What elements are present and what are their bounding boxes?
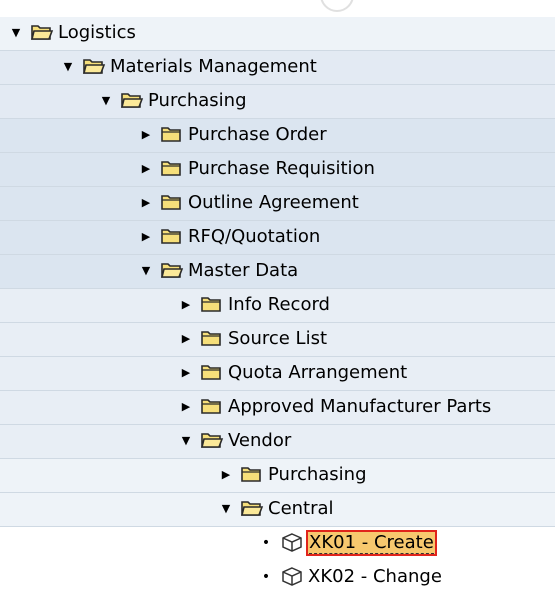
tree-node-label[interactable]: Vendor <box>228 430 291 452</box>
tree-node-row[interactable]: ▶ Quota Arrangement <box>0 357 555 391</box>
tree-node-label[interactable]: Purchasing <box>148 90 247 112</box>
tree-node-label[interactable]: XK02 - Change <box>308 566 442 588</box>
tree-node-row[interactable]: ▶ Purchase Order <box>0 119 555 153</box>
expanded-triangle-icon[interactable]: ▼ <box>178 433 194 449</box>
folder-closed-icon <box>160 226 184 246</box>
tree-node-text: Purchase Order <box>188 124 327 145</box>
folder-open-icon <box>82 56 106 76</box>
transaction-cube-icon <box>280 532 304 552</box>
cropped-header-decoration <box>320 0 354 12</box>
tree-node-label[interactable]: Materials Management <box>110 56 317 78</box>
expanded-triangle-icon[interactable]: ▼ <box>98 93 114 109</box>
collapsed-triangle-icon[interactable]: ▶ <box>138 195 154 211</box>
folder-closed-icon <box>160 158 184 178</box>
transaction-cube-icon <box>280 566 304 586</box>
tree-node-text: Approved Manufacturer Parts <box>228 396 492 417</box>
tree-node-row[interactable]: ▶ Source List <box>0 323 555 357</box>
expanded-triangle-icon[interactable]: ▼ <box>138 263 154 279</box>
collapsed-triangle-icon[interactable]: ▶ <box>218 467 234 483</box>
tree-node-label[interactable]: RFQ/Quotation <box>188 226 320 248</box>
tree-node-row[interactable]: ▼ Master Data <box>0 255 555 289</box>
tree-node-text: Logistics <box>58 22 136 43</box>
tree-node-text: Source List <box>228 328 328 349</box>
tree-node-text: Outline Agreement <box>188 192 359 213</box>
folder-open-icon <box>240 498 264 518</box>
collapsed-triangle-icon[interactable]: ▶ <box>178 399 194 415</box>
tree-node-label[interactable]: Purchase Requisition <box>188 158 375 180</box>
tree-node-text: Master Data <box>188 260 299 281</box>
tree-node-row[interactable]: ▶ Purchase Requisition <box>0 153 555 187</box>
tree-node-row[interactable]: ▶ Approved Manufacturer Parts <box>0 391 555 425</box>
tree-leaf-row[interactable]: • XK01 - Create <box>0 527 555 561</box>
expanded-triangle-icon[interactable]: ▼ <box>60 59 76 75</box>
folder-open-icon <box>30 22 54 42</box>
collapsed-triangle-icon[interactable]: ▶ <box>138 229 154 245</box>
tree-node-row[interactable]: ▼ Vendor <box>0 425 555 459</box>
tree-node-text: Info Record <box>228 294 330 315</box>
tree-node-label[interactable]: Info Record <box>228 294 330 316</box>
folder-open-icon <box>200 430 224 450</box>
collapsed-triangle-icon[interactable]: ▶ <box>138 127 154 143</box>
collapsed-triangle-icon[interactable]: ▶ <box>178 297 194 313</box>
tree-node-text: Purchasing <box>268 464 367 485</box>
tree-node-label[interactable]: Logistics <box>58 22 136 44</box>
folder-closed-icon <box>240 464 264 484</box>
tree-node-label[interactable]: Master Data <box>188 260 298 282</box>
folder-closed-icon <box>200 362 224 382</box>
tree-node-label[interactable]: Purchase Order <box>188 124 327 146</box>
tree-node-row[interactable]: ▼ Logistics <box>0 17 555 51</box>
expanded-triangle-icon[interactable]: ▼ <box>218 501 234 517</box>
tree-node-label[interactable]: Approved Manufacturer Parts <box>228 396 491 418</box>
tree-node-text: Vendor <box>228 430 292 451</box>
tree-node-row[interactable]: ▼ Purchasing <box>0 85 555 119</box>
tree-node-row[interactable]: ▶ Outline Agreement <box>0 187 555 221</box>
tree-node-text: XK01 - Create <box>309 532 434 554</box>
sap-menu-tree: ▼ Logistics ▼ Materials Management ▼ Purchasi… <box>0 17 555 595</box>
tree-node-text: Quota Arrangement <box>228 362 408 383</box>
tree-node-label[interactable]: Purchasing <box>268 464 367 486</box>
tree-node-text: Purchase Requisition <box>188 158 375 179</box>
folder-open-icon <box>120 90 144 110</box>
tree-node-text: Purchasing <box>148 90 247 111</box>
tree-leaf-row[interactable]: • XK02 - Change <box>0 561 555 595</box>
folder-open-icon <box>160 260 184 280</box>
tree-node-text: XK02 - Change <box>308 566 442 587</box>
tree-node-label[interactable]: Source List <box>228 328 327 350</box>
tree-node-row[interactable]: ▼ Materials Management <box>0 51 555 85</box>
folder-closed-icon <box>160 124 184 144</box>
tree-node-label[interactable]: Quota Arrangement <box>228 362 407 384</box>
bullet-icon: • <box>261 569 271 585</box>
collapsed-triangle-icon[interactable]: ▶ <box>178 365 194 381</box>
folder-closed-icon <box>200 328 224 348</box>
collapsed-triangle-icon[interactable]: ▶ <box>178 331 194 347</box>
tree-node-row[interactable]: ▶ Purchasing <box>0 459 555 493</box>
tree-node-text: RFQ/Quotation <box>188 226 321 247</box>
folder-closed-icon <box>200 396 224 416</box>
tree-node-text: Central <box>268 498 334 519</box>
folder-closed-icon <box>160 192 184 212</box>
tree-node-text: Materials Management <box>110 56 317 77</box>
tree-node-label[interactable]: Outline Agreement <box>188 192 359 214</box>
tree-node-label-selected[interactable]: XK01 - Create <box>306 530 437 556</box>
tree-node-label[interactable]: Central <box>268 498 334 520</box>
tree-node-row[interactable]: ▼ Central <box>0 493 555 527</box>
tree-node-row[interactable]: ▶ RFQ/Quotation <box>0 221 555 255</box>
tree-node-row[interactable]: ▶ Info Record <box>0 289 555 323</box>
bullet-icon: • <box>261 535 271 551</box>
expanded-triangle-icon[interactable]: ▼ <box>8 25 24 41</box>
folder-closed-icon <box>200 294 224 314</box>
collapsed-triangle-icon[interactable]: ▶ <box>138 161 154 177</box>
